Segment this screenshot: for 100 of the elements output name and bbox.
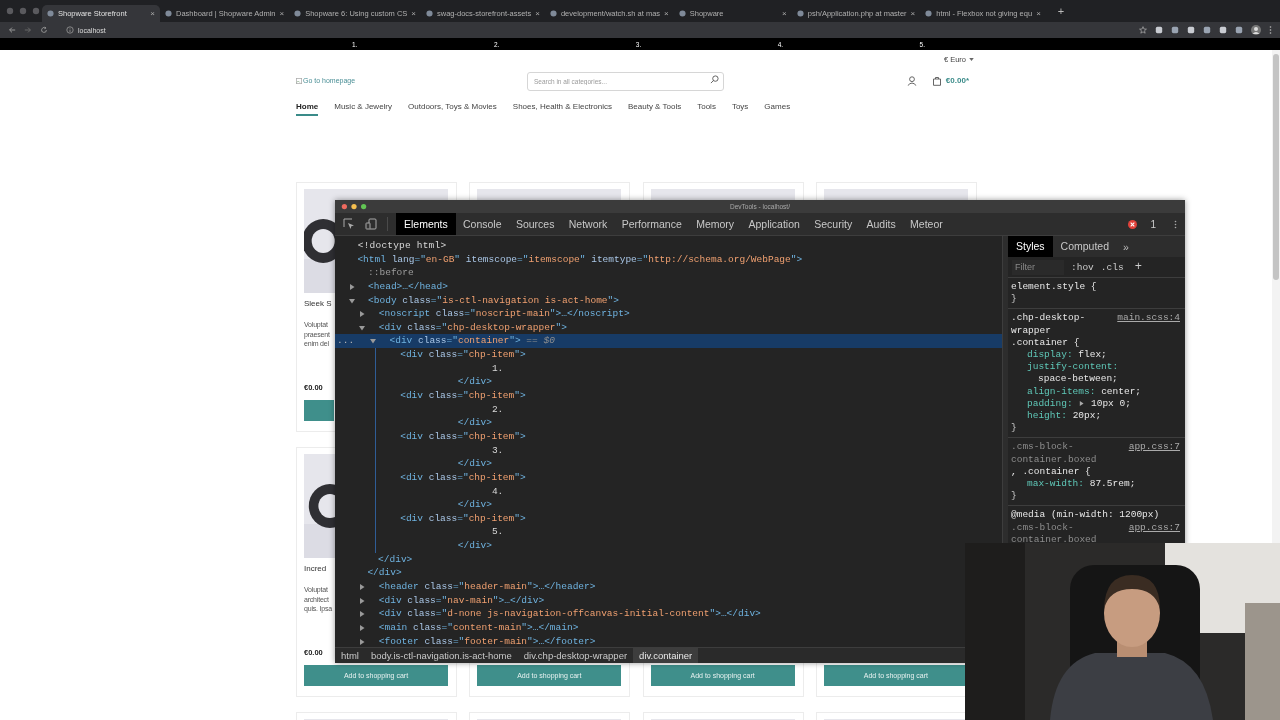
- css-property[interactable]: max-width:: [1027, 478, 1084, 490]
- dom-tree-row[interactable]: ... <div class="container"> == $0: [335, 334, 1002, 349]
- nav-link[interactable]: Toys: [731, 102, 749, 114]
- disclosure-triangle-icon[interactable]: [359, 638, 366, 645]
- row-menu-marker[interactable]: ...: [337, 334, 355, 349]
- dom-tree-row[interactable]: 4.: [335, 484, 504, 499]
- tab-close-button[interactable]: ×: [535, 9, 540, 18]
- disclosure-triangle-icon[interactable]: [359, 311, 366, 318]
- css-value[interactable]: space-between;: [1038, 373, 1118, 386]
- cart-icon[interactable]: [931, 75, 942, 86]
- cart-total[interactable]: €0.00*: [945, 76, 969, 85]
- reload-icon[interactable]: [40, 26, 48, 34]
- dom-tree-row[interactable]: </div>: [335, 416, 492, 430]
- nav-link[interactable]: Shoes, Health & Electronics: [512, 102, 612, 114]
- dom-tree-row[interactable]: <html lang="en-GB" itemscope="itemscope" itemtype="http://schema.org/WebPage">: [335, 252, 803, 267]
- dom-tree-row[interactable]: <div class="chp-item">: [335, 470, 526, 485]
- dom-tree-row[interactable]: ::before: [335, 266, 414, 280]
- panel-tab[interactable]: Audits: [859, 213, 903, 235]
- styles-tab[interactable]: Styles: [1008, 236, 1053, 257]
- css-value[interactable]: center;: [1101, 385, 1142, 398]
- dom-tree-row[interactable]: </div>: [335, 498, 492, 512]
- panel-tab[interactable]: Performance: [614, 213, 689, 235]
- tab-close-button[interactable]: ×: [664, 9, 669, 18]
- dom-tree-row[interactable]: </div>: [335, 566, 402, 580]
- inspect-element-icon[interactable]: [343, 218, 355, 230]
- disclosure-triangle-icon[interactable]: [359, 597, 366, 604]
- css-value[interactable]: 10px 0;: [1091, 397, 1131, 411]
- dom-tree-row[interactable]: <main class="content-main">…</main>: [335, 620, 579, 635]
- panel-tab[interactable]: Security: [807, 213, 860, 235]
- dom-tree-row[interactable]: </div>: [335, 457, 492, 471]
- css-property[interactable]: align-items:: [1027, 385, 1096, 397]
- source-link[interactable]: main.scss:4: [1117, 312, 1180, 325]
- new-rule-button[interactable]: +: [1134, 260, 1142, 274]
- disclosure-triangle-icon[interactable]: [359, 584, 366, 590]
- disclosure-triangle-icon[interactable]: [359, 324, 366, 331]
- nav-link[interactable]: Beauty & Tools: [628, 102, 682, 114]
- dom-tree-row[interactable]: <body class="is-ctl-navigation is-act-home">: [335, 293, 619, 308]
- tab-close-button[interactable]: ×: [279, 9, 285, 18]
- new-tab-button[interactable]: +: [1057, 5, 1065, 17]
- breadcrumb[interactable]: html: [335, 648, 365, 663]
- product-title[interactable]: Incred: [304, 564, 327, 573]
- tab-close-button[interactable]: ×: [910, 9, 916, 18]
- tab-close-button[interactable]: ×: [411, 9, 416, 18]
- panel-tab[interactable]: Sources: [508, 213, 562, 235]
- dom-tree-row[interactable]: <div class="chp-item">: [335, 389, 526, 403]
- breadcrumb[interactable]: div.chp-desktop-wrapper: [517, 648, 634, 663]
- css-property[interactable]: padding:: [1027, 397, 1073, 409]
- scrollbar[interactable]: [1272, 50, 1280, 543]
- source-link[interactable]: app.css:7: [1128, 521, 1180, 534]
- menu-icon[interactable]: [1269, 25, 1272, 35]
- dom-tree-row[interactable]: 3.: [335, 443, 504, 458]
- back-arrow-icon[interactable]: [8, 26, 16, 34]
- dom-tree-row[interactable]: <head>…</head>: [335, 279, 448, 294]
- tab-close-button[interactable]: ×: [150, 9, 155, 18]
- panel-tab[interactable]: Memory: [688, 213, 742, 235]
- nav-link[interactable]: Tools: [697, 102, 716, 114]
- account-icon[interactable]: [906, 75, 917, 86]
- dom-tree-row[interactable]: 5.: [335, 525, 504, 540]
- tab-close-button[interactable]: ×: [782, 9, 787, 18]
- dom-tree-row[interactable]: </div>: [335, 539, 492, 553]
- css-value[interactable]: flex;: [1078, 349, 1107, 362]
- dom-tree-row[interactable]: <div class="chp-item">: [335, 429, 526, 444]
- nav-link[interactable]: Home: [296, 102, 319, 116]
- css-property[interactable]: height:: [1027, 410, 1067, 422]
- dom-tree-row[interactable]: 2.: [335, 402, 504, 417]
- star-icon[interactable]: [1139, 26, 1147, 34]
- expand-triangle-icon[interactable]: [1079, 400, 1085, 406]
- nav-link[interactable]: Music & Jewelry: [334, 102, 393, 114]
- panel-tab[interactable]: Console: [455, 213, 509, 235]
- nav-link[interactable]: Games: [764, 102, 791, 114]
- error-icon[interactable]: [1128, 219, 1138, 229]
- css-property[interactable]: display:: [1027, 349, 1073, 360]
- dom-tree-row[interactable]: <!doctype html>: [335, 239, 447, 253]
- breadcrumb[interactable]: div.container: [633, 648, 699, 663]
- avatar-icon[interactable]: [1251, 25, 1261, 35]
- dom-tree-row[interactable]: <footer class="footer-main">…</footer>: [335, 634, 596, 647]
- disclosure-triangle-icon[interactable]: [348, 283, 355, 290]
- dom-tree-row[interactable]: <div class="d-none js-navigation-offcanvas-initial-content">…</div>: [335, 607, 761, 621]
- panel-tab[interactable]: Network: [561, 213, 615, 235]
- tab-close-button[interactable]: ×: [1036, 9, 1041, 18]
- panel-tab[interactable]: Meteor: [902, 213, 950, 235]
- css-value[interactable]: 20px;: [1072, 410, 1102, 423]
- disclosure-triangle-icon[interactable]: [370, 338, 377, 345]
- css-value[interactable]: 87.5rem;: [1089, 478, 1136, 491]
- breadcrumb[interactable]: body.is-ctl-navigation.is-act-home: [364, 648, 518, 663]
- info-icon[interactable]: [66, 26, 74, 34]
- window-controls-icon[interactable]: [340, 203, 368, 210]
- dom-tree-row[interactable]: <header class="header-main">…</header>: [335, 580, 596, 594]
- product-title[interactable]: Sleek S: [304, 299, 332, 308]
- dom-tree-row[interactable]: </div>: [335, 552, 413, 567]
- filter-field[interactable]: Filter: [1012, 259, 1064, 275]
- error-count[interactable]: 1: [1150, 218, 1156, 230]
- styles-tab[interactable]: Computed: [1052, 236, 1118, 257]
- dom-tree-row[interactable]: </div>: [335, 375, 492, 390]
- disclosure-triangle-icon[interactable]: [348, 297, 355, 304]
- caret-icon[interactable]: [969, 57, 974, 61]
- dom-tree-row[interactable]: <div class="chp-item">: [335, 511, 526, 526]
- panel-tab[interactable]: Elements: [396, 213, 456, 235]
- css-property[interactable]: justify-content:: [1027, 361, 1119, 373]
- dom-tree-row[interactable]: <noscript class="noscript-main">…</noscript>: [335, 307, 630, 321]
